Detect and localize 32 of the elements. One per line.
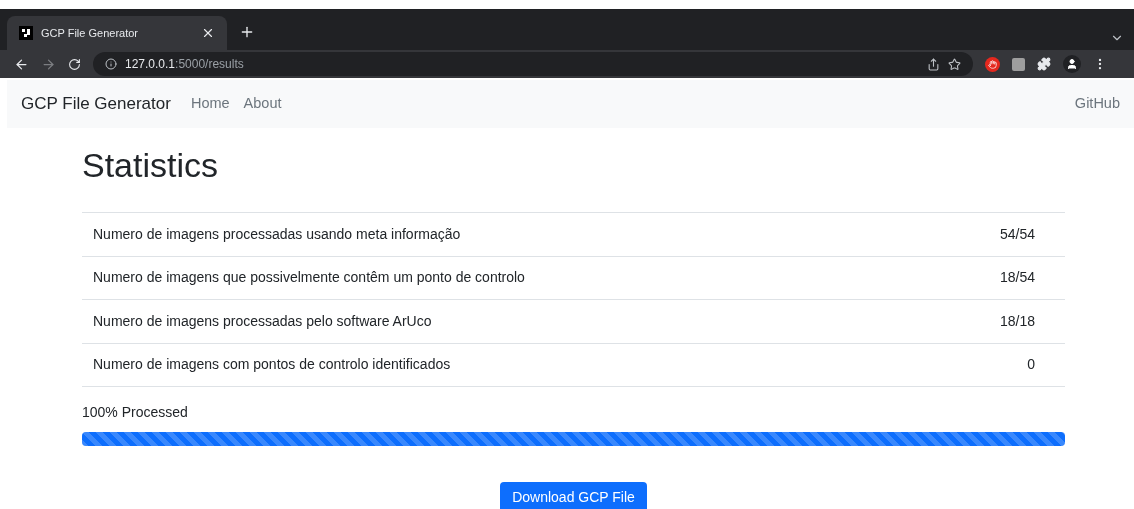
page-heading: Statistics — [82, 145, 220, 185]
nav-link[interactable]: Home — [190, 93, 230, 115]
table-cell-text: 0 — [1026, 355, 1036, 375]
star-icon[interactable] — [948, 57, 961, 71]
back-icon[interactable] — [14, 56, 29, 72]
table-cell-text: 54/54 — [998, 224, 1036, 244]
profile-icon[interactable] — [1063, 55, 1081, 73]
reload-icon[interactable] — [68, 57, 81, 71]
info-icon — [105, 58, 117, 70]
table-cell-text: Numero de imagens processadas usando meta informação — [93, 224, 462, 244]
puzzle-icon[interactable] — [1037, 57, 1051, 71]
table-cell-text: Numero de imagens processadas pelo software ArUco — [93, 311, 433, 331]
progress-label: 100% Processed — [82, 403, 189, 422]
github-link[interactable]: GitHub — [1074, 93, 1120, 115]
browser-tab[interactable]: GCP File Generator — [7, 16, 227, 50]
new-tab-icon[interactable] — [239, 24, 255, 40]
share-icon[interactable] — [927, 57, 940, 71]
address-bar[interactable]: 127.0.0.1:5000/results — [93, 52, 973, 76]
download-button[interactable]: Download GCP File — [500, 482, 647, 509]
table-cell-text: 18/18 — [998, 311, 1036, 331]
table-cell-text: Numero de imagens com pontos de controlo identificados — [93, 355, 452, 375]
tab-title: GCP File Generator — [41, 25, 139, 41]
extension-icon[interactable] — [1012, 57, 1025, 71]
table-cell-text: 18/54 — [998, 268, 1036, 288]
brand-link[interactable]: GCP File Generator — [21, 91, 171, 117]
table-cell-text: Numero de imagens que possivelmente contêm um ponto de controlo — [93, 268, 526, 288]
nav-link[interactable]: About — [243, 93, 282, 115]
app-logo-icon — [19, 26, 33, 40]
close-icon[interactable] — [201, 26, 215, 40]
stop-hand-icon[interactable] — [985, 56, 1000, 72]
url-text: 127.0.0.1:5000/results — [125, 56, 245, 73]
forward-icon[interactable] — [41, 56, 56, 72]
